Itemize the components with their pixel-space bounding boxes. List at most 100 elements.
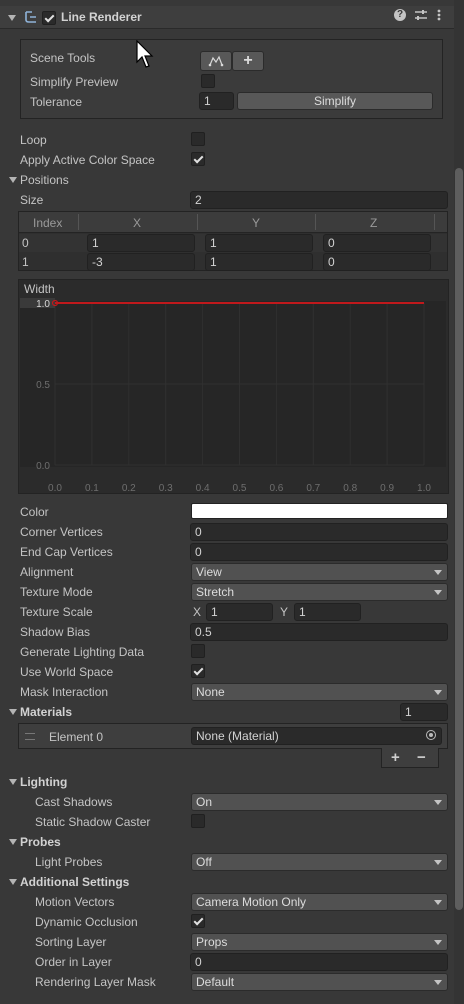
row-y-field[interactable]: 1 [205, 253, 313, 271]
more-icon[interactable] [436, 8, 442, 25]
row-z-field[interactable]: 0 [323, 253, 431, 271]
positions-foldout-arrow[interactable] [9, 177, 17, 183]
lighting-label[interactable]: Lighting [20, 774, 67, 790]
curve-x-tick-label: 0.1 [85, 483, 99, 494]
chevron-down-icon [434, 980, 442, 985]
mask-interaction-dropdown[interactable]: None [191, 683, 448, 701]
row-y-field[interactable]: 1 [205, 234, 313, 252]
size-field[interactable]: 2 [190, 191, 448, 209]
loop-checkbox[interactable] [191, 132, 205, 146]
curve-x-tick-label: 0.2 [122, 483, 136, 494]
row-x-field[interactable]: -3 [87, 253, 195, 271]
width-curve-chart[interactable]: 0.0 0.1 0.2 0.3 0.4 0.5 0.6 0.7 0.8 0.9 1.0 1.0 0.5 0… [18, 279, 449, 494]
use-world-space-checkbox[interactable] [191, 664, 205, 678]
chevron-down-icon [434, 940, 442, 945]
color-swatch[interactable] [191, 503, 448, 519]
column-divider [78, 214, 79, 230]
materials-count-field[interactable]: 1 [400, 703, 448, 721]
component-enabled-checkbox[interactable] [42, 11, 56, 25]
drag-handle-icon[interactable] [25, 733, 35, 740]
use-world-space-label: Use World Space [20, 665, 114, 679]
motion-vectors-value: Camera Motion Only [196, 895, 307, 909]
texture-scale-y-field[interactable]: 1 [294, 603, 361, 621]
preset-icon[interactable] [414, 8, 428, 25]
mask-interaction-value: None [196, 685, 225, 699]
order-in-layer-field[interactable]: 0 [190, 953, 448, 971]
chevron-down-icon [434, 800, 442, 805]
apply-active-color-space-label: Apply Active Color Space [20, 153, 155, 167]
texture-mode-value: Stretch [196, 585, 235, 599]
help-icon[interactable]: ? [394, 9, 406, 21]
row-z-field[interactable]: 0 [323, 234, 431, 252]
simplify-preview-checkbox[interactable] [201, 74, 215, 88]
curve-x-tick-label: 0.5 [233, 483, 247, 494]
positions-label[interactable]: Positions [20, 172, 69, 188]
texture-mode-dropdown[interactable]: Stretch [191, 583, 448, 601]
component-foldout-arrow[interactable] [8, 15, 16, 21]
create-points-button[interactable]: + [232, 51, 264, 71]
lighting-foldout-arrow[interactable] [9, 779, 17, 785]
light-probes-dropdown[interactable]: Off [191, 853, 448, 871]
additional-settings-foldout-arrow[interactable] [9, 879, 17, 885]
add-element-button[interactable]: + [391, 750, 400, 766]
curve-x-tick-label: 0.7 [306, 483, 320, 494]
alignment-dropdown[interactable]: View [191, 563, 448, 581]
element-0-label: Element 0 [49, 730, 104, 744]
generate-lighting-data-checkbox[interactable] [191, 644, 205, 658]
texture-mode-label: Texture Mode [20, 585, 93, 599]
end-cap-vertices-field[interactable]: 0 [190, 543, 448, 561]
corner-vertices-field[interactable]: 0 [190, 523, 448, 541]
component-title: Line Renderer [61, 10, 142, 24]
texture-scale-x-field[interactable]: 1 [206, 603, 273, 621]
remove-element-button[interactable]: − [417, 750, 426, 766]
column-y: Y [252, 216, 261, 230]
cast-shadows-dropdown[interactable]: On [191, 793, 448, 811]
edit-points-icon [208, 55, 224, 67]
curve-x-tick-label: 0.9 [380, 483, 394, 494]
chevron-down-icon [434, 690, 442, 695]
apply-active-color-space-checkbox[interactable] [191, 152, 205, 166]
rendering-layer-mask-label: Rendering Layer Mask [35, 975, 156, 989]
texture-scale-x-label[interactable]: X [193, 604, 201, 620]
additional-settings-label[interactable]: Additional Settings [20, 874, 129, 890]
motion-vectors-dropdown[interactable]: Camera Motion Only [191, 893, 448, 911]
line-renderer-icon [24, 10, 38, 24]
tolerance-label: Tolerance [30, 95, 83, 109]
size-label: Size [20, 193, 44, 207]
scrollbar-thumb[interactable] [455, 168, 463, 910]
curve-x-tick-label: 0.6 [269, 483, 283, 494]
rendering-layer-mask-value: Default [196, 975, 235, 989]
edit-points-button[interactable] [200, 51, 232, 71]
column-x: X [133, 216, 142, 230]
scene-tools-label: Scene Tools [30, 51, 96, 65]
order-in-layer-label: Order in Layer [35, 955, 112, 969]
curve-y-tick-label: 0.5 [36, 380, 50, 391]
tolerance-field[interactable]: 1 [199, 92, 234, 110]
curve-x-tick-label: 0.0 [48, 483, 62, 494]
simplify-preview-label: Simplify Preview [30, 75, 119, 89]
static-shadow-caster-checkbox[interactable] [191, 814, 205, 828]
light-probes-label: Light Probes [35, 855, 103, 869]
column-divider [434, 214, 435, 230]
column-divider [197, 214, 198, 230]
sorting-layer-dropdown[interactable]: Props [191, 933, 448, 951]
generate-lighting-data-label: Generate Lighting Data [20, 645, 145, 659]
texture-scale-y-label[interactable]: Y [280, 604, 288, 620]
sorting-layer-value: Props [196, 935, 228, 949]
row-x-field[interactable]: 1 [87, 234, 195, 252]
materials-label[interactable]: Materials [20, 704, 72, 720]
curve-x-tick-label: 1.0 [417, 483, 431, 494]
probes-foldout-arrow[interactable] [9, 839, 17, 845]
materials-foldout-arrow[interactable] [9, 709, 17, 715]
probes-label[interactable]: Probes [20, 834, 61, 850]
simplify-button[interactable]: Simplify [237, 92, 433, 110]
rendering-layer-mask-dropdown[interactable]: Default [191, 973, 448, 991]
chevron-down-icon [434, 860, 442, 865]
dynamic-occlusion-checkbox[interactable] [191, 914, 205, 928]
element-0-field[interactable]: None (Material) [191, 727, 442, 745]
motion-vectors-label: Motion Vectors [35, 895, 115, 909]
shadow-bias-field[interactable]: 0.5 [190, 623, 448, 641]
static-shadow-caster-label: Static Shadow Caster [35, 815, 151, 829]
curve-y-highlight-label: 1.0 [36, 299, 50, 310]
object-picker-icon[interactable] [426, 730, 436, 740]
